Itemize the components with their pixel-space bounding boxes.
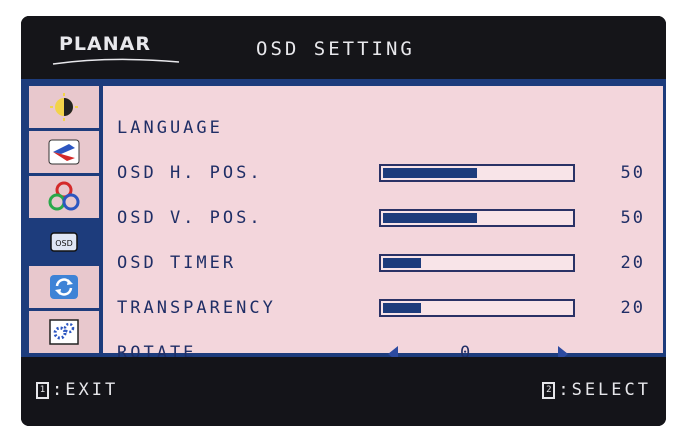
- sidebar-item-brightness[interactable]: [29, 86, 99, 128]
- sidebar: OSD: [29, 86, 99, 353]
- exit-hint[interactable]: 1 :EXIT: [36, 380, 118, 400]
- brand-logo: PLANAR: [59, 33, 151, 55]
- osd-timer-slider[interactable]: [379, 254, 575, 272]
- brand-swoosh-icon: [52, 58, 180, 65]
- select-label: :SELECT: [558, 380, 651, 400]
- color-icon: [48, 181, 80, 211]
- menu-item-osd-v-pos[interactable]: OSD V. POS. 50: [117, 204, 657, 234]
- osd-v-pos-slider-fill: [383, 213, 477, 223]
- menu-item-language[interactable]: LANGUAGE: [117, 114, 657, 144]
- osd-h-pos-label: OSD H. POS.: [117, 163, 263, 183]
- sidebar-item-settings[interactable]: [29, 311, 99, 353]
- osd-timer-value: 20: [620, 253, 645, 273]
- osd-v-pos-slider[interactable]: [379, 209, 575, 227]
- sidebar-item-color[interactable]: [29, 176, 99, 218]
- sidebar-item-osd[interactable]: OSD: [29, 221, 99, 263]
- transparency-slider-fill: [383, 303, 421, 313]
- exit-key-icon: 1: [36, 381, 49, 399]
- osd-timer-slider-fill: [383, 258, 421, 268]
- select-key-icon: 2: [542, 381, 556, 399]
- osd-timer-label: OSD TIMER: [117, 253, 237, 273]
- osd-window: PLANAR OSD SETTING OSD LANGUAGE OSD H. P…: [21, 16, 666, 426]
- osd-v-pos-value: 50: [620, 208, 645, 228]
- transparency-value: 20: [620, 298, 645, 318]
- menu-panel: LANGUAGE OSD H. POS. 50 OSD V. POS. 50 O…: [103, 86, 663, 363]
- menu-item-osd-h-pos[interactable]: OSD H. POS. 50: [117, 159, 657, 189]
- sidebar-item-reset[interactable]: [29, 266, 99, 308]
- osd-h-pos-value: 50: [620, 163, 645, 183]
- menu-item-osd-timer[interactable]: OSD TIMER 20: [117, 249, 657, 279]
- language-label: LANGUAGE: [117, 118, 223, 138]
- reset-icon: [50, 275, 78, 299]
- image-position-icon: [48, 139, 80, 165]
- transparency-slider[interactable]: [379, 299, 575, 317]
- osd-body: OSD LANGUAGE OSD H. POS. 50 OSD V. POS. …: [21, 79, 666, 363]
- osd-header: PLANAR OSD SETTING: [21, 16, 666, 79]
- page-title: OSD SETTING: [256, 38, 415, 60]
- sidebar-item-image[interactable]: [29, 131, 99, 173]
- svg-text:OSD: OSD: [55, 239, 73, 248]
- menu-item-transparency[interactable]: TRANSPARENCY 20: [117, 294, 657, 324]
- osd-h-pos-slider-fill: [383, 168, 477, 178]
- select-hint[interactable]: 2 :SELECT: [542, 380, 651, 400]
- osd-icon: OSD: [50, 232, 78, 252]
- osd-v-pos-label: OSD V. POS.: [117, 208, 263, 228]
- osd-footer: 1 :EXIT 2 :SELECT: [21, 357, 666, 426]
- settings-icon: [49, 319, 79, 345]
- osd-h-pos-slider[interactable]: [379, 164, 575, 182]
- transparency-label: TRANSPARENCY: [117, 298, 276, 318]
- brightness-contrast-icon: [50, 93, 78, 121]
- exit-label: :EXIT: [52, 380, 119, 400]
